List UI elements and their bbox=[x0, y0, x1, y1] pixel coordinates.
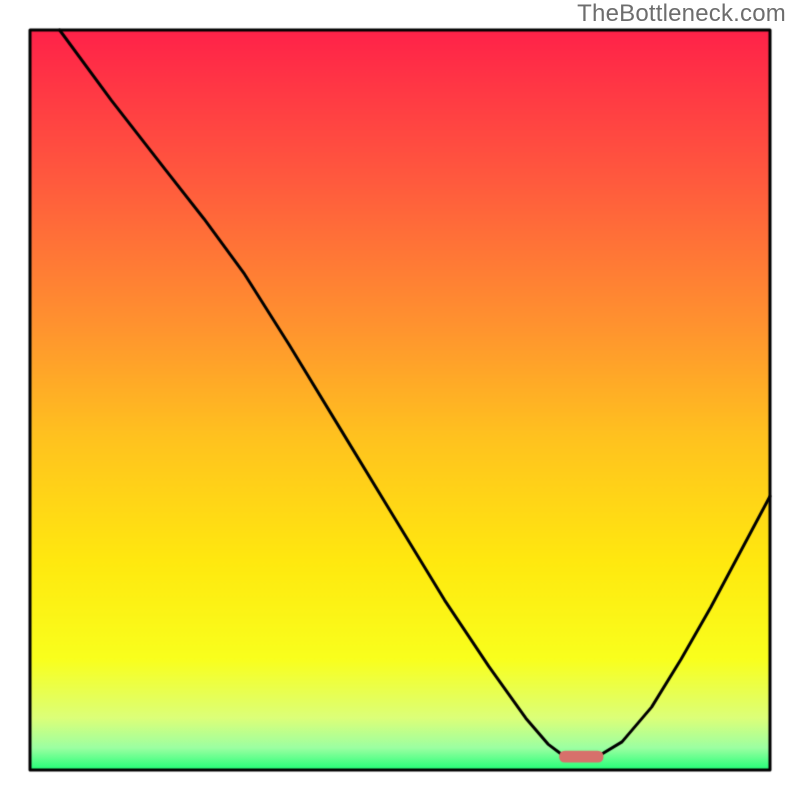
bottleneck-chart-canvas bbox=[0, 0, 800, 800]
chart-container: TheBottleneck.com bbox=[0, 0, 800, 800]
watermark-label: TheBottleneck.com bbox=[577, 0, 786, 28]
